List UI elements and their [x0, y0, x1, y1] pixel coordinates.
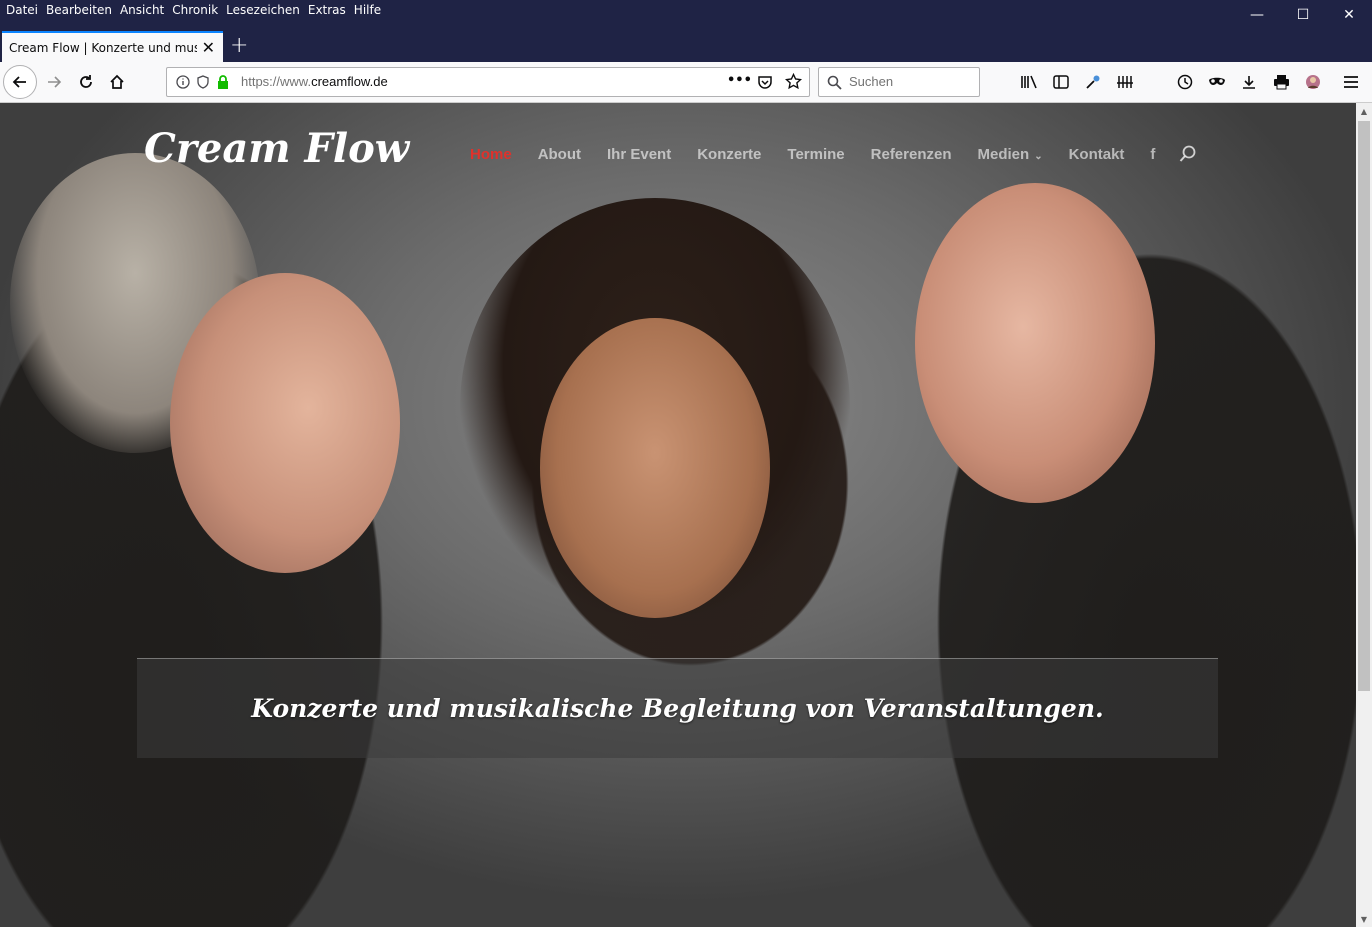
eyedropper-button[interactable]	[1082, 71, 1104, 93]
tracking-shield-icon[interactable]	[196, 75, 210, 89]
back-arrow-icon	[12, 76, 26, 88]
nav-medien[interactable]: Medien ⌄	[978, 146, 1043, 163]
tab-active[interactable]: Cream Flow | Konzerte und musikal ✕	[2, 31, 223, 62]
sidebar-icon	[1053, 75, 1069, 89]
hamburger-icon	[1344, 76, 1358, 88]
site-logo[interactable]: Cream Flow	[144, 125, 409, 172]
secure-lock-icon[interactable]	[216, 74, 230, 90]
scroll-down-arrow-icon[interactable]: ▼	[1356, 911, 1372, 927]
extension-avatar-icon	[1306, 75, 1320, 89]
menu-bar: Datei Bearbeiten Ansicht Chronik Lesezei…	[4, 3, 387, 17]
nav-medien-label: Medien	[977, 145, 1030, 163]
reload-button[interactable]	[70, 66, 102, 98]
page-viewport: Cream Flow Home About Ihr Event Konzerte…	[0, 103, 1356, 927]
search-icon	[827, 75, 842, 90]
scroll-up-arrow-icon[interactable]: ▲	[1356, 103, 1372, 119]
nav-termine[interactable]: Termine	[787, 146, 844, 163]
hero-tagline: Konzerte und musikalische Begleitung von…	[251, 694, 1104, 723]
nav-konzerte[interactable]: Konzerte	[697, 146, 761, 163]
printer-icon	[1273, 75, 1289, 90]
scrollbar-thumb[interactable]	[1358, 121, 1370, 691]
nav-referenzen[interactable]: Referenzen	[871, 146, 952, 163]
library-icon	[1021, 75, 1037, 89]
home-button[interactable]	[101, 66, 133, 98]
menu-hilfe[interactable]: Hilfe	[352, 3, 387, 17]
info-icon[interactable]	[176, 75, 190, 89]
new-tab-button[interactable]: +	[230, 33, 248, 58]
menu-lesezeichen[interactable]: Lesezeichen	[224, 3, 306, 17]
hero-photo-person-left	[170, 273, 400, 573]
print-button[interactable]	[1270, 71, 1292, 93]
back-button[interactable]	[3, 65, 37, 99]
close-window-button[interactable]: ✕	[1326, 0, 1372, 30]
extension-button[interactable]	[1302, 71, 1324, 93]
url-protocol: https://www.	[241, 74, 312, 89]
nav-ihr-event[interactable]: Ihr Event	[607, 146, 671, 163]
search-bar[interactable]: Suchen	[818, 67, 980, 97]
hero-photo-person-center	[540, 318, 770, 618]
bookmark-star-icon[interactable]	[785, 73, 802, 90]
nav-kontakt[interactable]: Kontakt	[1069, 146, 1125, 163]
site-search-icon[interactable]	[1179, 145, 1197, 163]
tab-strip: Cream Flow | Konzerte und musikal ✕ +	[0, 30, 1372, 62]
maximize-button[interactable]: ☐	[1280, 0, 1326, 30]
private-mask-button[interactable]	[1206, 71, 1228, 93]
hero-photo-person-right	[915, 183, 1155, 503]
minimize-button[interactable]: —	[1234, 0, 1280, 30]
page-actions-menu-button[interactable]: •••	[727, 73, 752, 88]
url-text[interactable]: https://www.creamflow.de	[241, 74, 388, 89]
chevron-down-icon: ⌄	[1034, 150, 1043, 162]
nav-about[interactable]: About	[538, 146, 581, 163]
home-icon	[110, 74, 124, 89]
mask-icon	[1209, 77, 1225, 85]
history-button[interactable]	[1174, 71, 1196, 93]
url-bar[interactable]: https://www.creamflow.de •••	[166, 67, 810, 97]
pocket-icon[interactable]	[757, 74, 773, 90]
tally-button[interactable]	[1114, 71, 1136, 93]
forward-arrow-icon	[48, 76, 62, 88]
site-navigation: Home About Ihr Event Konzerte Termine Re…	[470, 145, 1197, 163]
tab-close-icon[interactable]: ✕	[202, 38, 215, 57]
hero-banner: Konzerte und musikalische Begleitung von…	[137, 658, 1218, 758]
tab-title: Cream Flow | Konzerte und musikal	[9, 40, 197, 55]
sidebar-button[interactable]	[1050, 71, 1072, 93]
window-controls: — ☐ ✕	[1234, 0, 1372, 30]
download-icon	[1243, 76, 1255, 89]
menu-chronik[interactable]: Chronik	[170, 3, 224, 17]
hamburger-menu-button[interactable]	[1340, 71, 1362, 93]
search-placeholder: Suchen	[849, 74, 894, 89]
menu-extras[interactable]: Extras	[306, 3, 352, 17]
reload-icon	[80, 75, 92, 88]
menu-datei[interactable]: Datei	[4, 3, 44, 17]
menu-ansicht[interactable]: Ansicht	[118, 3, 170, 17]
url-host: creamflow.de	[311, 74, 388, 89]
navigation-toolbar: https://www.creamflow.de ••• Suchen	[0, 62, 1372, 103]
downloads-button[interactable]	[1238, 71, 1260, 93]
eyedropper-icon	[1086, 75, 1100, 89]
page-scrollbar[interactable]: ▲ ▼	[1356, 103, 1372, 927]
forward-button[interactable]	[38, 66, 70, 98]
nav-home[interactable]: Home	[470, 146, 512, 163]
title-bar: Datei Bearbeiten Ansicht Chronik Lesezei…	[0, 0, 1372, 30]
clock-icon	[1177, 74, 1193, 90]
library-button[interactable]	[1018, 71, 1040, 93]
tally-icon	[1117, 76, 1133, 88]
facebook-icon[interactable]: f	[1150, 146, 1155, 163]
menu-bearbeiten[interactable]: Bearbeiten	[44, 3, 118, 17]
